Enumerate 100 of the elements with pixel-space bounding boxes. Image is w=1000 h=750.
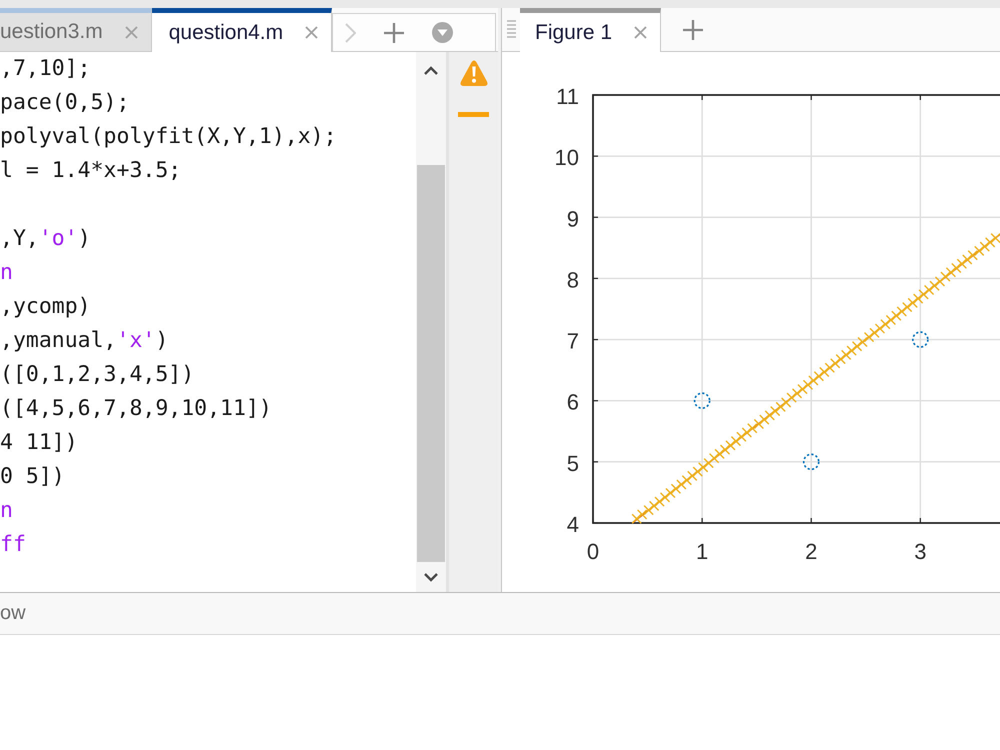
code-line: ([4,5,6,7,8,9,10,11]) [0, 395, 272, 423]
x-marker [956, 258, 967, 269]
x-marker [836, 354, 846, 364]
code-line: l = 1.4*x+3.5; [0, 157, 182, 185]
code-line: n [0, 259, 13, 287]
code-line: 0 5]) [0, 463, 65, 491]
code-line: ff [0, 531, 26, 559]
axis-tick-label: 7 [566, 328, 579, 354]
x-marker [754, 418, 764, 430]
x-marker [990, 232, 1000, 244]
x-marker [747, 423, 758, 434]
axis-tick-label: 9 [566, 206, 579, 232]
x-marker [648, 500, 660, 512]
close-icon[interactable] [124, 26, 138, 38]
x-marker [708, 453, 720, 464]
x-marker [852, 341, 862, 352]
x-marker [902, 302, 912, 312]
scrollbar-thumb[interactable] [417, 165, 445, 562]
document-tab[interactable]: uestion3.m [0, 8, 152, 51]
x-marker [692, 466, 703, 477]
chevron-down-icon[interactable] [424, 572, 438, 582]
code-line: 4 11]) [0, 429, 78, 457]
x-marker [786, 392, 797, 403]
code-line: n [0, 497, 13, 525]
code-line: polyval(polyfit(X,Y,1),x); [0, 123, 337, 151]
x-marker [736, 432, 747, 442]
code-line: ,7,10]; [0, 55, 91, 83]
x-marker [808, 375, 819, 386]
x-marker [792, 388, 802, 399]
axis-tick-label: 8 [566, 267, 579, 292]
bar-marker-icon[interactable] [458, 112, 489, 117]
axis-tick-label: 11 [556, 84, 579, 109]
circle-marker [912, 331, 929, 348]
x-marker [703, 458, 714, 468]
close-icon[interactable] [634, 26, 648, 39]
x-marker [962, 254, 972, 265]
dropdown-icon[interactable] [432, 22, 454, 43]
chevron-up-icon[interactable] [424, 66, 438, 74]
x-marker [759, 414, 770, 425]
x-marker [819, 366, 830, 378]
x-marker [864, 332, 874, 342]
plus-icon[interactable] [384, 22, 404, 42]
x-marker [698, 462, 708, 473]
x-marker [846, 345, 857, 356]
axis-tick-label: 0 [586, 539, 600, 564]
x-marker [929, 280, 940, 291]
x-marker [912, 293, 924, 304]
circle-marker [694, 392, 710, 410]
axis-tick-label: 6 [566, 390, 579, 415]
x-marker [682, 475, 692, 486]
x-marker [924, 284, 934, 296]
x-marker [974, 246, 984, 256]
x-marker [780, 397, 792, 408]
x-marker [670, 484, 682, 494]
warning-icon[interactable] [460, 60, 488, 87]
plus-icon[interactable] [683, 20, 704, 40]
x-marker [775, 402, 786, 412]
document-tab[interactable]: Figure 1 [520, 8, 662, 52]
code-line: ,ycomp) [0, 293, 91, 321]
close-icon[interactable] [305, 26, 318, 39]
x-marker [687, 470, 698, 482]
axis-tick-label: 4 [566, 512, 579, 537]
x-marker [764, 410, 775, 421]
x-marker [891, 310, 902, 321]
x-marker [984, 237, 996, 248]
x-marker [824, 362, 835, 373]
x-marker [880, 319, 891, 330]
axis-tick-label: 1 [696, 539, 708, 564]
axis-tick-label: 2 [805, 539, 818, 564]
x-marker [968, 250, 978, 260]
x-marker [725, 440, 736, 451]
x-marker [770, 406, 780, 416]
x-marker [631, 514, 642, 524]
x-marker [797, 384, 808, 394]
axis-tick-label: 5 [566, 450, 579, 476]
x-marker [980, 241, 990, 252]
x-marker [676, 479, 687, 490]
x-marker [742, 427, 752, 438]
x-marker [654, 496, 665, 507]
scrollbar[interactable] [416, 52, 446, 592]
x-marker [874, 323, 886, 334]
panel-title: ow [0, 602, 26, 625]
x-marker [946, 267, 956, 278]
x-marker [643, 504, 654, 516]
x-marker [934, 276, 946, 287]
document-tab[interactable]: question4.m [152, 8, 332, 52]
x-marker [660, 492, 670, 503]
x-marker [830, 358, 840, 369]
x-marker [857, 336, 868, 348]
x-marker [730, 436, 742, 446]
x-marker [940, 271, 951, 282]
x-marker [802, 380, 814, 390]
x-marker [714, 448, 725, 460]
x-marker [951, 262, 962, 274]
x-marker [886, 314, 896, 326]
x-marker [840, 350, 852, 360]
circle-marker [802, 454, 820, 470]
code-line: pace(0,5); [0, 89, 130, 117]
grip-icon[interactable] [506, 18, 516, 40]
x-marker [908, 298, 918, 308]
